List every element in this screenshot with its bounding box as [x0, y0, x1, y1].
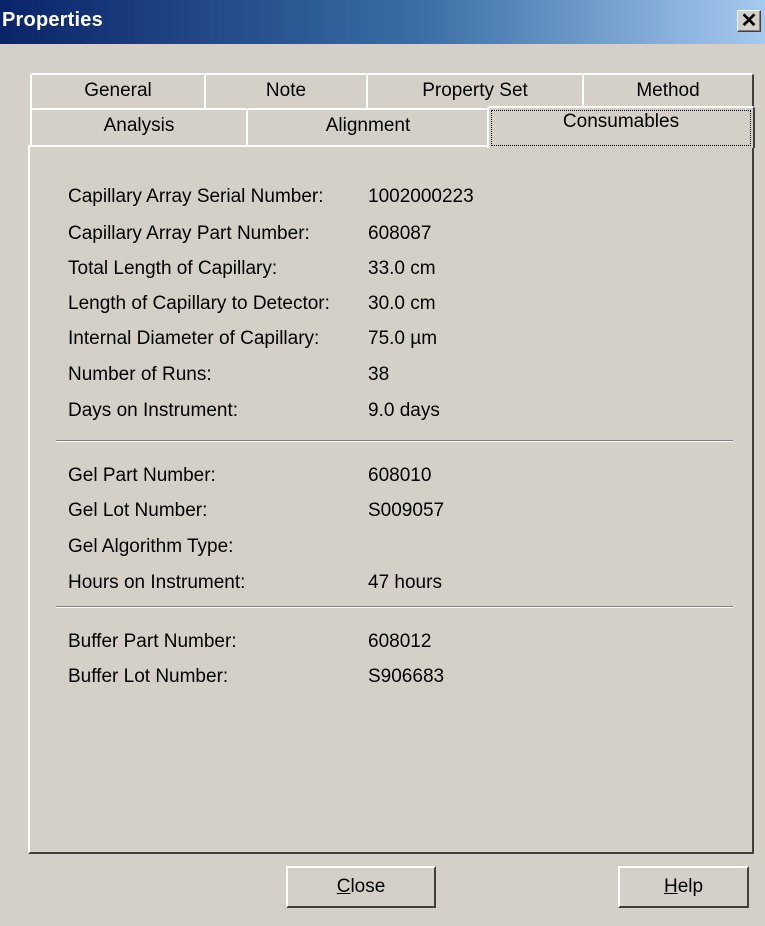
field-value: 608010 — [368, 465, 432, 486]
close-button-rest: lose — [350, 876, 386, 897]
field-label: Days on Instrument: — [68, 400, 239, 421]
help-button-mnemonic: H — [663, 876, 678, 897]
tab-property-set[interactable]: Property Set — [366, 73, 584, 109]
close-button-mnemonic: C — [336, 876, 351, 897]
field-value: 1002000223 — [368, 186, 474, 207]
focus-rect — [491, 110, 751, 146]
field-value: S906683 — [368, 666, 445, 687]
field-value: 608012 — [368, 631, 432, 652]
field-value: 608087 — [368, 223, 432, 244]
tab-method[interactable]: Method — [582, 73, 754, 109]
properties-dialog: Properties ✕ General Note Property Set M… — [0, 0, 765, 926]
help-button-rest: elp — [677, 876, 704, 897]
field-value: 75.0 µm — [368, 328, 438, 349]
field-label: Buffer Part Number: — [68, 631, 237, 652]
field-label: Internal Diameter of Capillary: — [68, 328, 320, 349]
tab-label: Note — [265, 80, 307, 101]
field-label: Hours on Instrument: — [68, 572, 246, 593]
title-bar[interactable]: Properties ✕ — [0, 0, 765, 44]
help-button[interactable]: Help — [618, 866, 749, 908]
section-divider — [56, 606, 733, 608]
tab-alignment[interactable]: Alignment — [246, 108, 490, 147]
field-value: 33.0 cm — [368, 258, 436, 279]
field-label: Gel Part Number: — [68, 465, 216, 486]
close-button[interactable]: Close — [286, 866, 436, 908]
field-value: 30.0 cm — [368, 293, 436, 314]
close-window-button[interactable]: ✕ — [737, 10, 761, 32]
close-icon: ✕ — [740, 10, 758, 32]
window-title: Properties — [2, 9, 103, 31]
field-label: Gel Algorithm Type: — [68, 536, 234, 557]
field-label: Buffer Lot Number: — [68, 666, 229, 687]
field-value: S009057 — [368, 500, 445, 521]
tab-note[interactable]: Note — [204, 73, 368, 109]
tab-label: General — [84, 80, 152, 101]
field-label: Gel Lot Number: — [68, 500, 208, 521]
tab-general[interactable]: General — [30, 73, 206, 109]
field-label: Capillary Array Part Number: — [68, 223, 310, 244]
tab-consumables[interactable]: Consumables — [487, 106, 755, 148]
tab-analysis[interactable]: Analysis — [30, 108, 248, 147]
tab-label: Alignment — [325, 115, 411, 136]
tab-label: Method — [636, 80, 700, 101]
field-value: 38 — [368, 364, 390, 385]
field-label: Number of Runs: — [68, 364, 212, 385]
field-value: 47 hours — [368, 572, 442, 593]
field-label: Length of Capillary to Detector: — [68, 293, 330, 314]
section-divider — [56, 440, 733, 442]
tab-label: Property Set — [422, 80, 528, 101]
field-value: 9.0 days — [368, 400, 440, 421]
field-label: Total Length of Capillary: — [68, 258, 278, 279]
tab-label: Analysis — [103, 115, 175, 136]
field-label: Capillary Array Serial Number: — [68, 186, 324, 207]
